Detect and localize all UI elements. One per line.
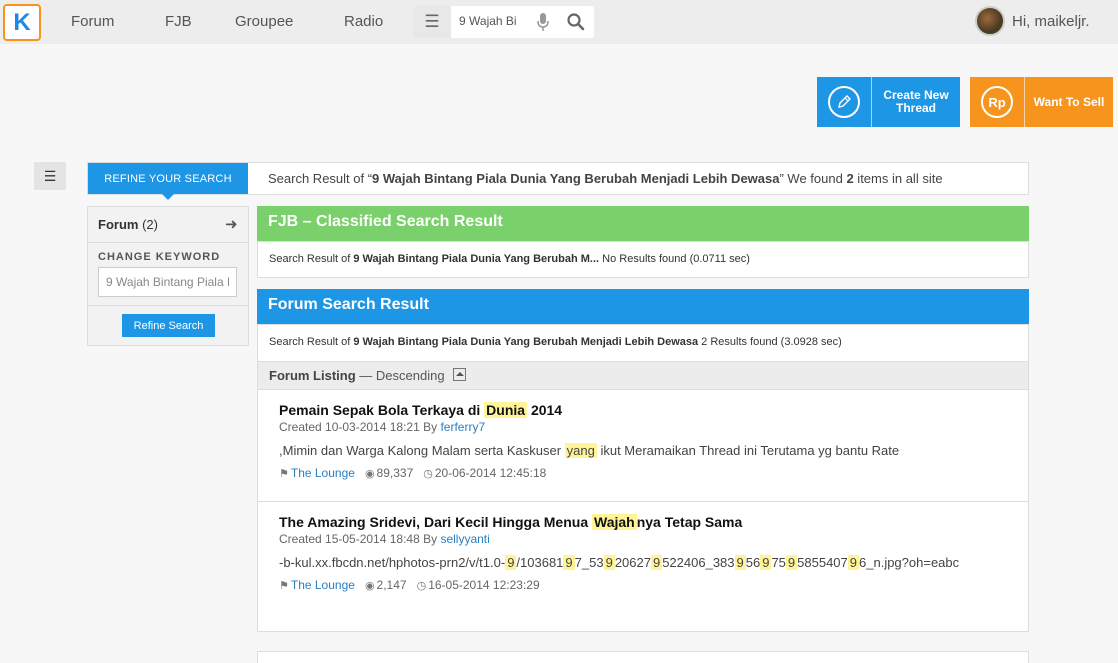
filter-sidebar: Forum (2) ➜ CHANGE KEYWORD Refine Search [87,206,249,346]
search-summary: Search Result of “9 Wajah Bintang Piala … [268,171,943,186]
result-count: 2 [846,171,854,186]
last-post-time: 20-06-2014 12:45:18 [434,466,547,480]
refine-search-tab[interactable]: REFINE YOUR SEARCH [88,163,248,200]
listing-order: — Descending [355,368,445,383]
thread-snippet: -b-kul.xx.fbcdn.net/hphotos-prn2/v/t1.0-… [279,555,960,570]
list-item: The Amazing Sridevi, Dari Kecil Hingga M… [257,502,1029,632]
sidebar-toggle-icon[interactable]: ☰ [34,162,66,190]
arrow-right-icon[interactable]: ➜ [225,215,238,233]
author-link[interactable]: sellyyanti [440,532,489,546]
thread-footer: ⚑ The Lounge ◉ 2,147 ◷ 16-05-2014 12:23:29 [279,578,1007,592]
nav-link-groupee[interactable]: Groupee [235,13,293,30]
change-keyword-label: CHANGE KEYWORD [98,251,221,263]
forum-result-summary: Search Result of 9 Wajah Bintang Piala D… [257,324,1029,362]
thread-footer: ⚑ The Lounge ◉ 89,337 ◷ 20-06-2014 12:45:18 [279,466,1007,480]
rupiah-icon: Rp [970,77,1025,127]
forum-listing-bar: Forum Listing — Descending [257,361,1029,390]
clock-icon: ◷ [423,468,433,480]
create-thread-label: Create New Thread [883,88,949,115]
category-link[interactable]: The Lounge [291,578,355,592]
nav-link-forum[interactable]: Forum [71,13,114,30]
nav-link-radio[interactable]: Radio [344,13,383,30]
view-count: 2,147 [376,578,407,592]
author-link[interactable]: ferferry7 [440,420,485,434]
user-avatar[interactable] [975,6,1005,36]
list-item [257,651,1029,663]
top-navbar: K Forum FJB Groupee Radio ☰ Hi, maikeljr… [0,0,1118,44]
search-query: 9 Wajah Bintang Piala Dunia Yang Berubah… [372,171,780,186]
create-thread-button[interactable]: Create New Thread [817,77,960,127]
microphone-icon[interactable] [537,12,549,32]
list-item: Pemain Sepak Bola Terkaya di Dunia 2014 … [257,390,1029,502]
thread-snippet: ,Mimin dan Warga Kalong Malam serta Kask… [279,443,900,458]
view-count: 89,337 [376,466,414,480]
last-post-time: 16-05-2014 12:23:29 [428,578,540,592]
kaskus-logo[interactable]: K [3,4,41,41]
category-link[interactable]: The Lounge [291,466,355,480]
refine-bar: REFINE YOUR SEARCH Search Result of “9 W… [87,162,1029,200]
search-input[interactable] [459,14,537,28]
tag-icon: ⚑ [279,580,289,592]
thread-title[interactable]: Pemain Sepak Bola Terkaya di Dunia 2014 [279,401,1007,419]
fjb-section-title: FJB – Classified Search Result [257,206,1029,241]
eye-icon: ◉ [364,468,375,480]
want-to-sell-label: Want To Sell [1033,94,1105,109]
divider [88,242,248,243]
tag-icon: ⚑ [279,468,289,480]
pencil-icon [817,77,872,127]
sort-toggle-icon[interactable] [452,368,466,381]
search-box: ☰ [413,6,594,38]
eye-icon: ◉ [364,580,375,592]
fjb-result-summary: Search Result of 9 Wajah Bintang Piala D… [257,241,1029,278]
nav-link-fjb[interactable]: FJB [165,13,192,30]
thread-title[interactable]: The Amazing Sridevi, Dari Kecil Hingga M… [279,513,749,531]
user-greeting[interactable]: Hi, maikeljr. [1012,13,1090,30]
refine-search-button[interactable]: Refine Search [122,314,215,337]
logo-mark: K [13,8,31,36]
forum-filter[interactable]: Forum (2) [98,217,158,232]
keyword-input[interactable] [98,267,237,297]
hamburger-icon[interactable]: ☰ [413,6,451,38]
listing-label: Forum Listing [269,368,356,383]
divider [88,305,248,306]
search-icon[interactable] [566,12,586,32]
thread-meta: Created 10-03-2014 18:21 By ferferry7 [279,420,486,434]
clock-icon: ◷ [416,580,427,592]
want-to-sell-button[interactable]: Rp Want To Sell [970,77,1113,127]
thread-meta: Created 15-05-2014 18:48 By sellyyanti [279,532,490,546]
forum-section-title: Forum Search Result [257,289,1029,324]
